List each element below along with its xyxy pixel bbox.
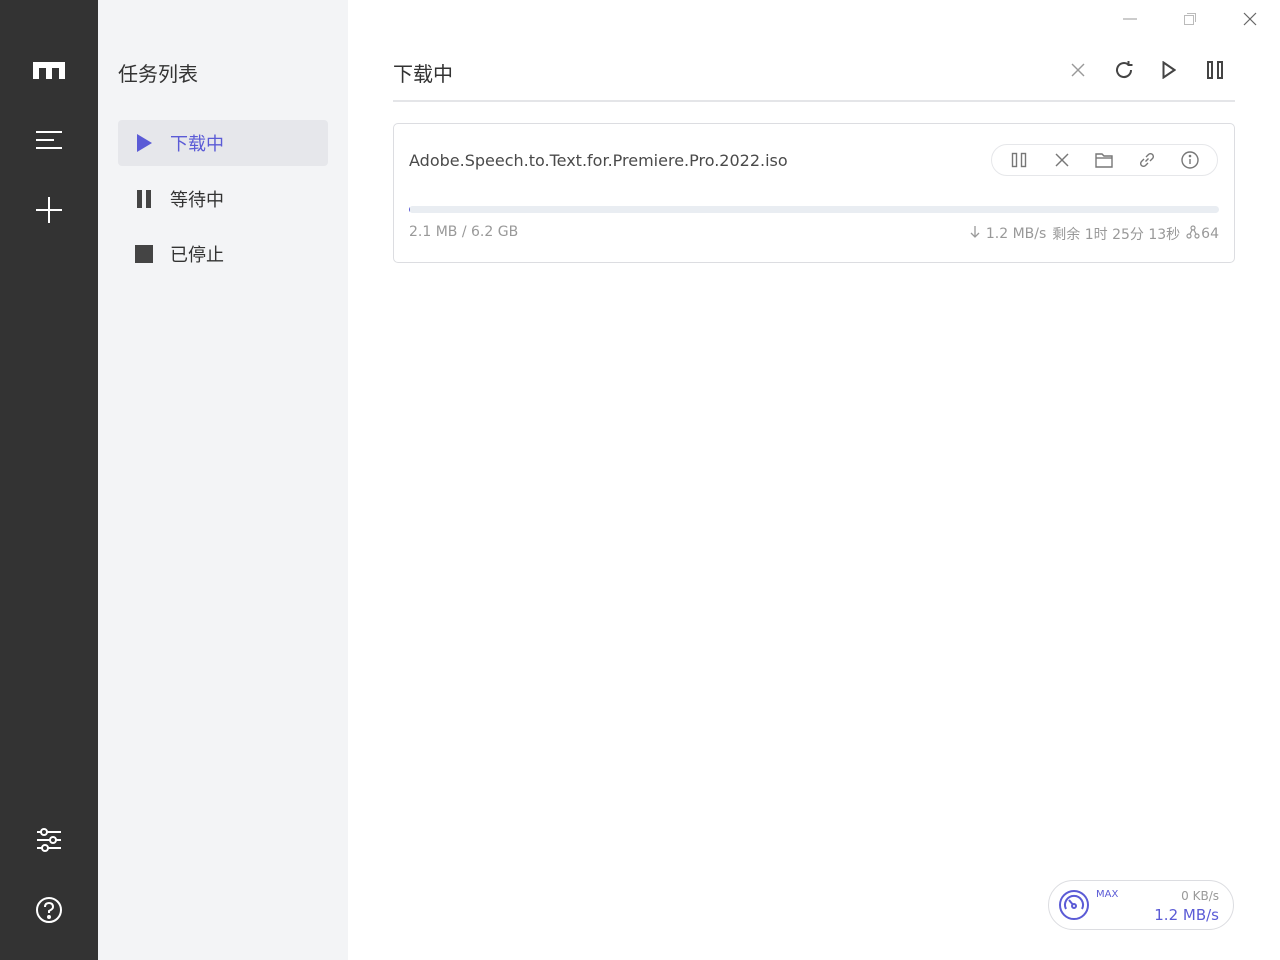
- speedometer-icon: [1058, 889, 1090, 921]
- minimize-icon[interactable]: [1110, 6, 1150, 32]
- main-content: 下载中 Adobe.Speech.to.Text.for.Premiere.Pr…: [348, 0, 1280, 960]
- page-title: 下载中: [393, 62, 453, 86]
- nav-item-label: 等待中: [170, 190, 224, 211]
- nav-item-waiting[interactable]: 等待中: [118, 176, 328, 222]
- task-actions: [991, 144, 1218, 176]
- nav-item-label: 已停止: [170, 245, 224, 266]
- download-arrow-icon: [970, 226, 980, 242]
- logo-icon[interactable]: [29, 50, 69, 90]
- link-icon[interactable]: [1133, 146, 1161, 174]
- task-stats: 1.2 MB/s 剩余 1时 25分 13秒 64: [970, 224, 1219, 244]
- nav-item-downloading[interactable]: 下载中: [118, 120, 328, 166]
- task-connections: 64: [1201, 226, 1219, 242]
- info-icon[interactable]: [1176, 146, 1204, 174]
- task-speed: 1.2 MB/s: [985, 226, 1047, 242]
- maximize-icon[interactable]: [1170, 6, 1210, 32]
- refresh-icon[interactable]: [1109, 55, 1139, 85]
- upload-speed: 0 KB/s: [1181, 889, 1219, 903]
- task-name: Adobe.Speech.to.Text.for.Premiere.Pro.20…: [409, 151, 788, 170]
- pause-all-icon[interactable]: [1200, 55, 1230, 85]
- help-icon[interactable]: [29, 890, 69, 930]
- task-list-title: 任务列表: [118, 62, 198, 86]
- close-icon[interactable]: [1230, 6, 1270, 32]
- app-rail: [0, 0, 98, 960]
- task-item[interactable]: Adobe.Speech.to.Text.for.Premiere.Pro.20…: [393, 123, 1235, 263]
- clear-icon[interactable]: [1063, 55, 1093, 85]
- nav-item-label: 下载中: [170, 134, 224, 155]
- pause-icon: [118, 190, 170, 208]
- task-remaining: 剩余 1时 25分 13秒: [1052, 227, 1181, 243]
- nav-item-stopped[interactable]: 已停止: [118, 231, 328, 277]
- pause-icon[interactable]: [1005, 146, 1033, 174]
- speed-limit-label: MAX: [1096, 889, 1119, 900]
- title-divider: [393, 100, 1235, 102]
- task-size: 2.1 MB / 6.2 GB: [409, 224, 519, 240]
- stop-icon: [118, 245, 170, 263]
- play-icon: [118, 134, 170, 152]
- speed-meter[interactable]: MAX 0 KB/s 1.2 MB/s: [1048, 880, 1234, 930]
- resume-all-icon[interactable]: [1154, 55, 1184, 85]
- task-progress-bar: [409, 206, 1219, 213]
- download-speed: 1.2 MB/s: [1154, 906, 1219, 924]
- menu-icon[interactable]: [29, 120, 69, 160]
- add-task-icon[interactable]: [29, 190, 69, 230]
- delete-icon[interactable]: [1048, 146, 1076, 174]
- task-list-panel: 任务列表 下载中 等待中 已停止: [98, 0, 348, 960]
- preferences-icon[interactable]: [29, 820, 69, 860]
- connections-icon: [1186, 225, 1200, 243]
- folder-icon[interactable]: [1090, 146, 1118, 174]
